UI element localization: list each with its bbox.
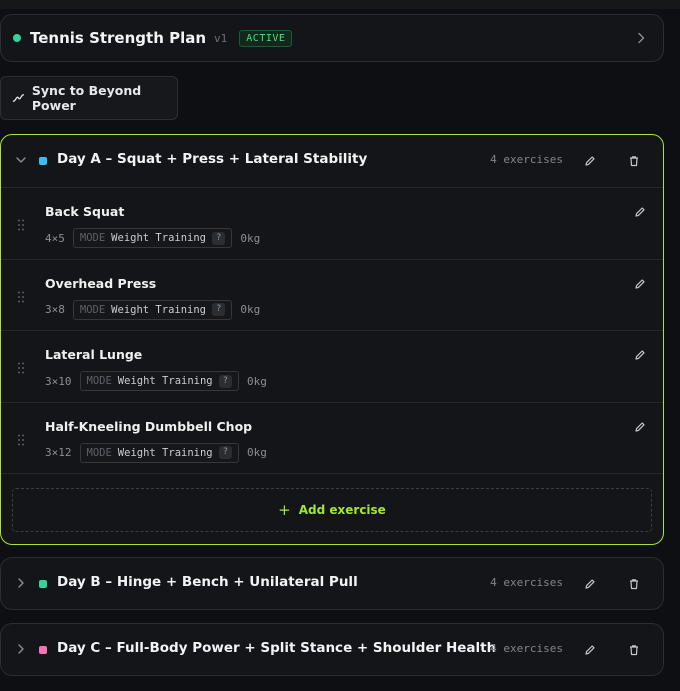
chevron-right-icon[interactable] bbox=[14, 642, 28, 656]
help-icon[interactable]: ? bbox=[212, 303, 226, 316]
exercise-row: Half-Kneeling Dumbbell Chop 3×12 MODE We… bbox=[1, 401, 663, 474]
drag-handle-icon[interactable] bbox=[16, 433, 26, 447]
edit-exercise-button[interactable] bbox=[629, 344, 651, 366]
exercise-name: Back Squat bbox=[45, 204, 125, 219]
day-color-marker bbox=[39, 157, 47, 165]
exercise-count: 4 exercises bbox=[490, 642, 563, 655]
delete-day-button[interactable] bbox=[623, 573, 645, 595]
exercise-row: Lateral Lunge 3×10 MODE Weight Training … bbox=[1, 330, 663, 402]
exercise-count: 4 exercises bbox=[490, 153, 563, 166]
plan-title: Tennis Strength Plan bbox=[30, 29, 207, 47]
top-strip bbox=[0, 0, 680, 9]
drag-handle-icon[interactable] bbox=[16, 361, 26, 375]
sync-button[interactable]: Sync to Beyond Power bbox=[0, 76, 178, 120]
help-icon[interactable]: ? bbox=[218, 446, 233, 459]
day-header-a[interactable]: Day A – Squat + Press + Lateral Stabilit… bbox=[1, 135, 663, 187]
day-color-marker bbox=[39, 580, 47, 588]
drag-handle-icon[interactable] bbox=[16, 218, 26, 232]
weight-value: 0kg bbox=[240, 231, 261, 245]
chevron-right-icon[interactable] bbox=[14, 576, 28, 590]
trash-icon bbox=[630, 156, 638, 167]
pencil-icon bbox=[585, 645, 595, 655]
day-title: Day C – Full-Body Power + Split Stance +… bbox=[57, 640, 497, 656]
plan-version: v1 bbox=[214, 31, 228, 45]
delete-day-button[interactable] bbox=[623, 150, 645, 172]
status-badge: ACTIVE bbox=[239, 29, 293, 47]
sync-icon bbox=[12, 94, 25, 102]
mode-value: Weight Training bbox=[111, 303, 206, 316]
pencil-icon bbox=[635, 350, 645, 360]
day-header-c[interactable]: Day C – Full-Body Power + Split Stance +… bbox=[1, 624, 663, 676]
weight-value: 0kg bbox=[247, 446, 267, 459]
day-card-b: Day B – Hinge + Bench + Unilateral Pull … bbox=[0, 557, 664, 610]
exercise-name: Half-Kneeling Dumbbell Chop bbox=[45, 418, 253, 434]
exercise-meta: 3×10 MODE Weight Training ? 0kg bbox=[45, 371, 267, 391]
chevron-right-icon[interactable] bbox=[633, 30, 649, 46]
mode-value: Weight Training bbox=[117, 446, 213, 459]
mode-label: MODE bbox=[79, 232, 106, 244]
day-title: Day A – Squat + Press + Lateral Stabilit… bbox=[57, 151, 368, 167]
exercise-count: 4 exercises bbox=[490, 576, 563, 589]
edit-exercise-button[interactable] bbox=[629, 201, 651, 223]
mode-selector[interactable]: MODE Weight Training ? bbox=[79, 371, 240, 391]
pencil-icon bbox=[585, 156, 595, 166]
pencil-icon bbox=[585, 579, 595, 589]
exercise-meta: 3×8 MODE Weight Training ? 0kg bbox=[45, 299, 261, 320]
delete-day-button[interactable] bbox=[623, 639, 645, 661]
mode-label: MODE bbox=[79, 303, 106, 316]
drag-handle-icon[interactable] bbox=[16, 290, 26, 304]
day-color-marker bbox=[39, 646, 47, 654]
mode-label: MODE bbox=[86, 375, 112, 387]
exercise-meta: 4×5 MODE Weight Training ? 0kg bbox=[45, 228, 260, 248]
exercise-row: Back Squat 4×5 MODE Weight Training ? 0k… bbox=[1, 187, 663, 259]
day-card-c: Day C – Full-Body Power + Split Stance +… bbox=[0, 623, 664, 676]
edit-day-button[interactable] bbox=[579, 150, 601, 172]
exercise-name: Lateral Lunge bbox=[45, 347, 143, 362]
trash-icon bbox=[630, 579, 638, 590]
sets-reps: 3×8 bbox=[45, 303, 65, 316]
sets-reps: 3×12 bbox=[45, 446, 72, 459]
chevron-down-icon[interactable] bbox=[14, 153, 28, 167]
sets-reps: 3×10 bbox=[45, 374, 72, 388]
pencil-icon bbox=[635, 207, 645, 217]
sync-button-label: Sync to Beyond Power bbox=[31, 83, 142, 113]
sets-reps: 4×5 bbox=[45, 231, 65, 245]
mode-label: MODE bbox=[86, 446, 112, 459]
add-exercise-label: Add exercise bbox=[298, 503, 386, 517]
edit-day-button[interactable] bbox=[579, 573, 601, 595]
pencil-icon bbox=[635, 278, 645, 289]
plan-header[interactable]: Tennis Strength Plan v1 ACTIVE bbox=[0, 14, 664, 62]
day-header-b[interactable]: Day B – Hinge + Bench + Unilateral Pull … bbox=[1, 558, 663, 610]
exercise-name: Overhead Press bbox=[45, 275, 157, 291]
trash-icon bbox=[630, 645, 638, 656]
mode-selector[interactable]: MODE Weight Training ? bbox=[72, 228, 233, 248]
mode-selector[interactable]: MODE Weight Training ? bbox=[79, 442, 240, 463]
pencil-icon bbox=[635, 421, 645, 432]
edit-exercise-button[interactable] bbox=[629, 416, 651, 438]
mode-selector[interactable]: MODE Weight Training ? bbox=[72, 299, 233, 320]
exercise-row: Overhead Press 3×8 MODE Weight Training … bbox=[1, 258, 663, 331]
weight-value: 0kg bbox=[247, 374, 267, 388]
mode-value: Weight Training bbox=[111, 232, 206, 244]
edit-day-button[interactable] bbox=[579, 639, 601, 661]
active-status-dot bbox=[13, 34, 21, 42]
add-exercise-area: + Add exercise bbox=[1, 473, 663, 543]
plus-icon: + bbox=[278, 501, 291, 519]
day-title: Day B – Hinge + Bench + Unilateral Pull bbox=[57, 574, 358, 590]
help-icon[interactable]: ? bbox=[212, 231, 226, 245]
weight-value: 0kg bbox=[240, 303, 261, 316]
day-card-a: Day A – Squat + Press + Lateral Stabilit… bbox=[0, 134, 664, 545]
mode-value: Weight Training bbox=[117, 375, 213, 387]
add-exercise-button[interactable]: + Add exercise bbox=[12, 488, 652, 532]
edit-exercise-button[interactable] bbox=[629, 273, 651, 295]
exercise-meta: 3×12 MODE Weight Training ? 0kg bbox=[45, 442, 267, 463]
help-icon[interactable]: ? bbox=[218, 374, 233, 388]
